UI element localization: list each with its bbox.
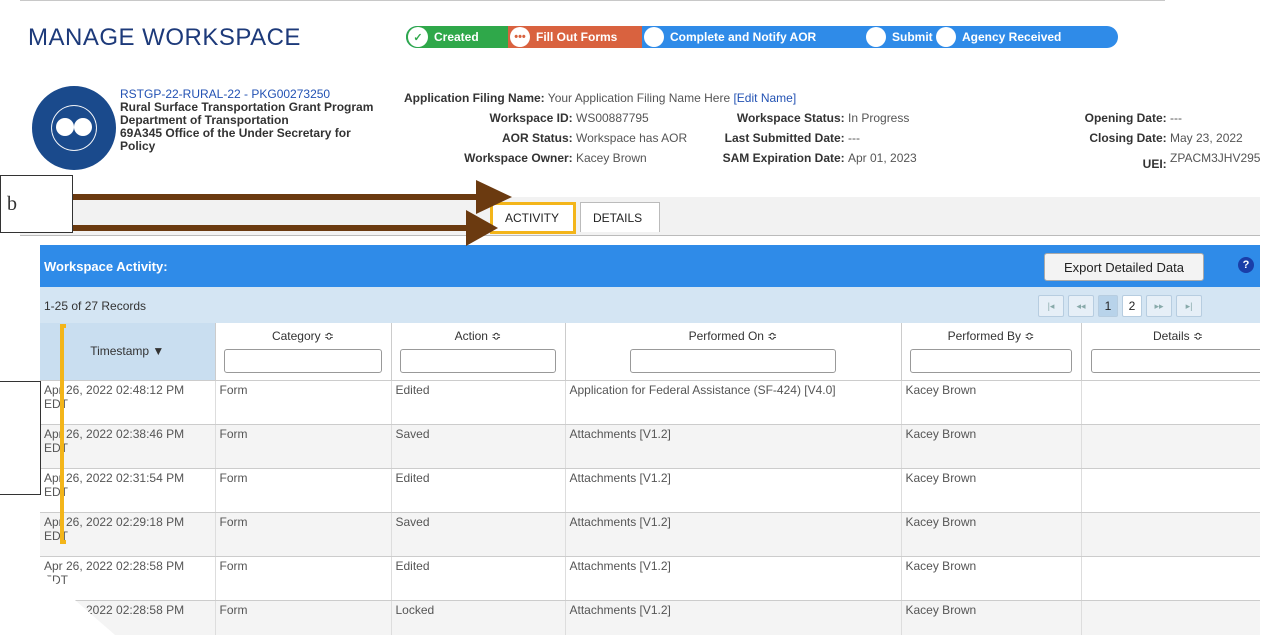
arrow-upper <box>73 180 512 214</box>
arrow-lower <box>73 210 498 246</box>
annotation-arrows <box>73 180 512 246</box>
